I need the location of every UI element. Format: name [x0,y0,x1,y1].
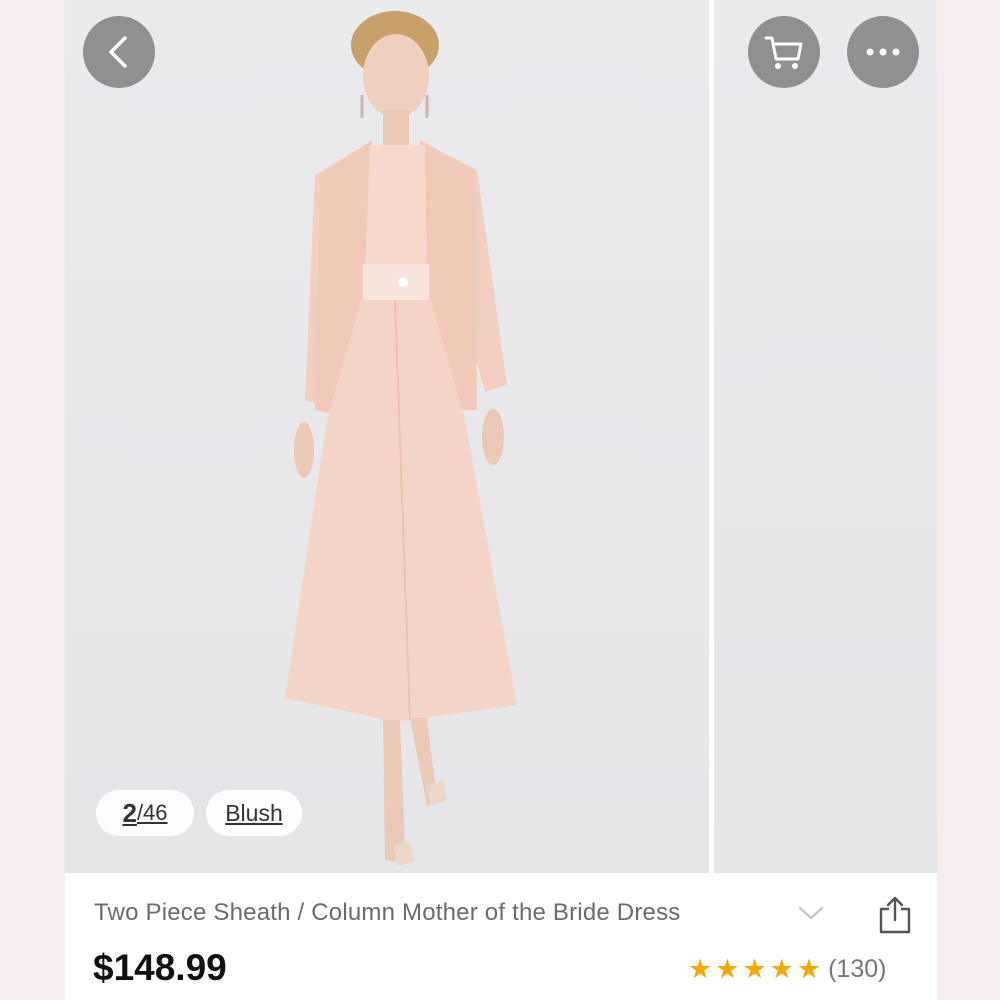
product-photo[interactable]: 2/46 Blush [65,0,709,873]
image-index: 2 [122,797,137,828]
image-counter: 2/46 [96,790,194,836]
star-icon: ★ [688,954,713,984]
star-icon: ★ [796,954,822,984]
next-product-photo[interactable] [714,0,937,873]
review-count[interactable]: (130) [828,955,886,984]
image-total: /46 [136,800,168,825]
more-options-button[interactable] [847,16,919,88]
product-page: 2/46 Blush Two Piece Sheath / Column Mot… [65,0,937,1000]
star-icon: ★ [769,954,794,984]
back-chevron-icon [109,36,127,68]
cart-button[interactable] [748,16,820,88]
back-button[interactable] [83,16,155,88]
chevron-down-icon[interactable] [798,905,824,921]
product-info: Two Piece Sheath / Column Mother of the … [65,873,937,1000]
image-gallery[interactable]: 2/46 Blush [65,0,937,873]
product-price: $148.99 [93,947,227,988]
shopping-cart-icon [764,36,803,69]
share-icon[interactable] [877,895,913,935]
rating[interactable]: ★ ★ ★ ★ ★ (130) [688,955,886,984]
more-dots-icon [866,48,900,56]
model-in-dress-image [285,11,517,866]
star-icon: ★ [742,954,767,984]
product-title: Two Piece Sheath / Column Mother of the … [94,899,681,926]
color-label[interactable]: Blush [206,790,302,836]
star-icon: ★ [715,954,740,984]
